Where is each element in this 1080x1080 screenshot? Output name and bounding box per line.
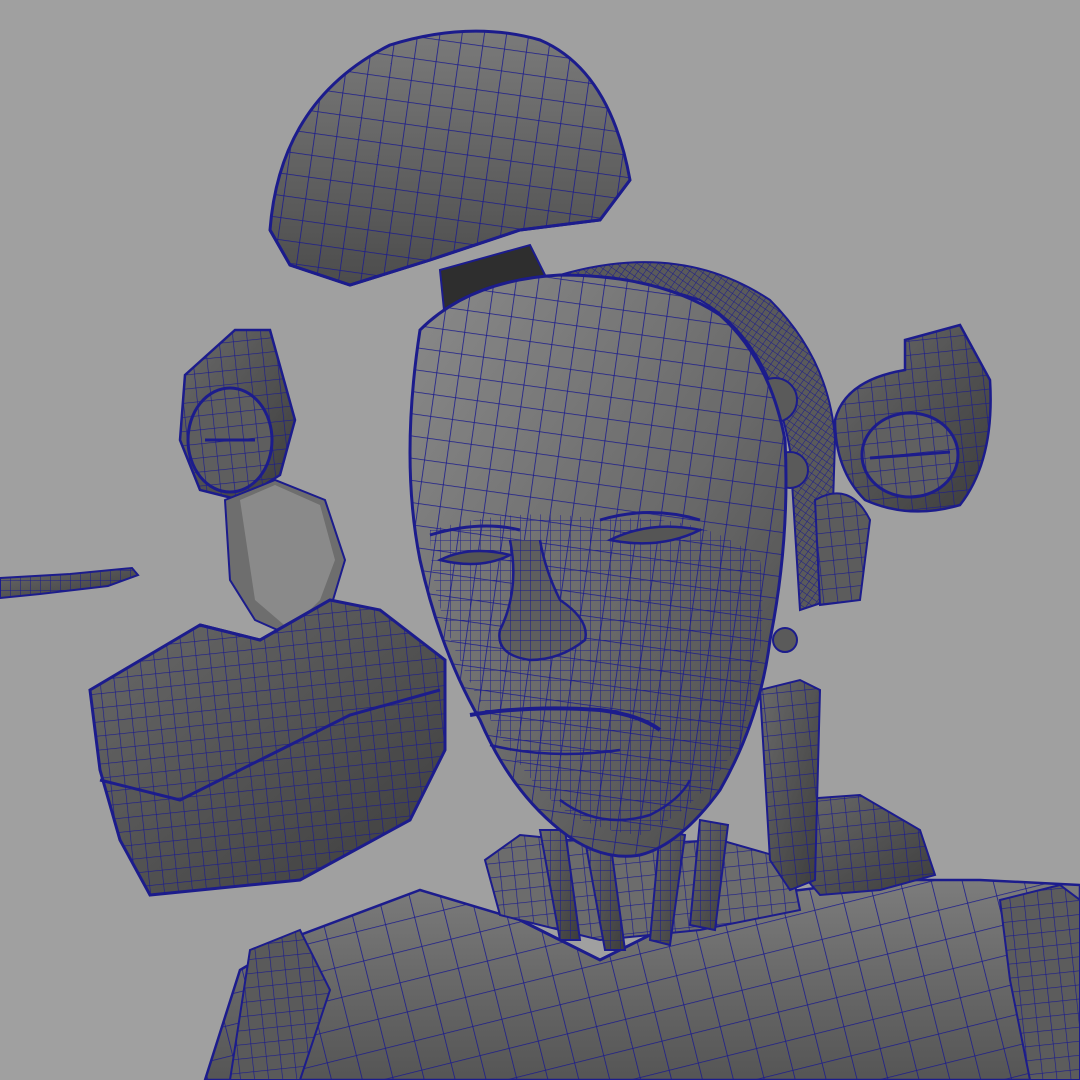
viewport-canvas[interactable] (0, 0, 1080, 1080)
3d-viewport[interactable] (0, 0, 1080, 1080)
